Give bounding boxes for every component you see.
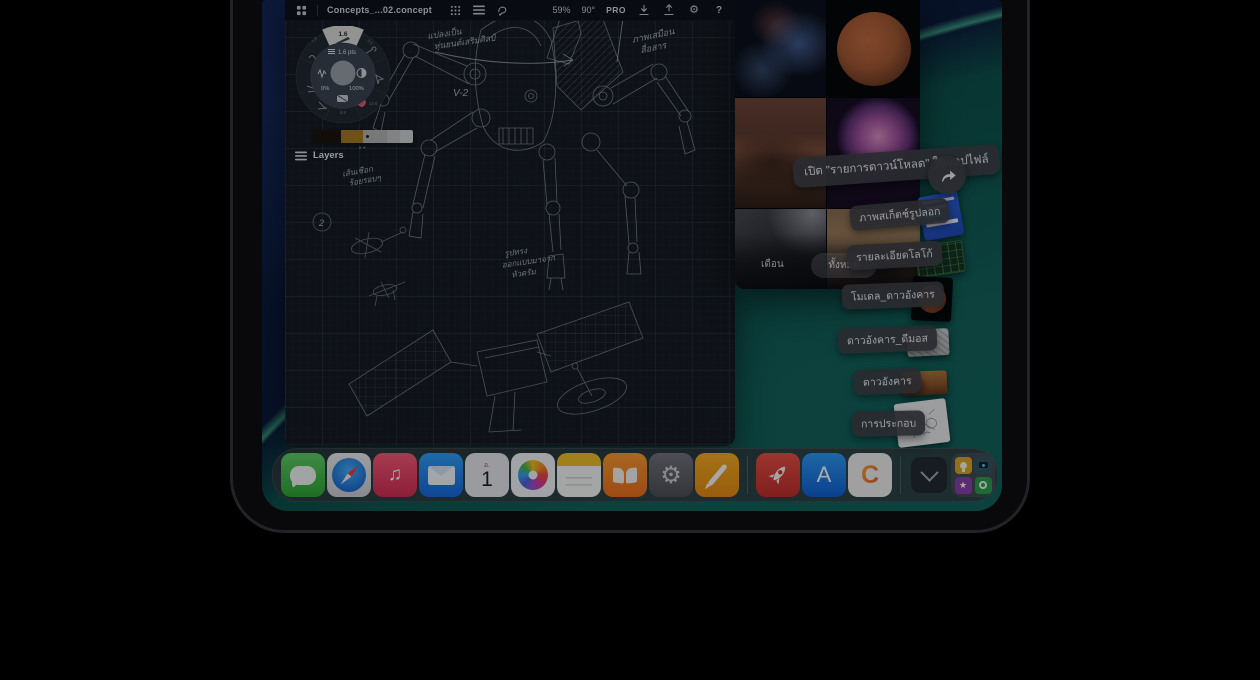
star-mini-icon: ★ (955, 477, 972, 494)
photo-horsehead-nebula[interactable] (735, 0, 826, 97)
dock-divider (747, 456, 748, 494)
ipad-screen: แปลงเป็น หุ่นยนต์เสริมศิลป์ ภาพเสมือน สื… (262, 0, 1002, 511)
colorbar-handles[interactable]: •• (359, 146, 367, 152)
drag-item-label[interactable]: รายละเอียดโลโก้ (846, 241, 942, 271)
tips-mini-icon (960, 462, 967, 469)
dock-app-music[interactable]: ♫ (373, 453, 417, 497)
pro-badge[interactable]: PRO (606, 5, 626, 15)
concepts-icon: C (861, 461, 879, 490)
rotation-angle[interactable]: 90° (581, 5, 595, 15)
appstore-icon: A (817, 462, 832, 488)
annotation-number: 2 (318, 218, 324, 228)
chevron-down-icon (920, 463, 938, 481)
photo-mars-globe[interactable] (827, 0, 920, 97)
pen-icon (707, 463, 728, 486)
dock-app-messages[interactable] (281, 453, 325, 497)
opacity-max: 100% (349, 86, 364, 92)
concepts-toolbar: Concepts_...02.concept 59% 90° PRO (285, 0, 735, 21)
calendar-day: 1 (481, 469, 493, 490)
books-icon (613, 468, 637, 483)
drag-item-label[interactable]: การประกอบ (852, 410, 926, 436)
svg-text:14.5: 14.5 (369, 101, 378, 106)
share-fab-button[interactable] (928, 156, 966, 194)
dock-app-books[interactable] (603, 453, 647, 497)
dock-app-library[interactable]: ★ (951, 453, 995, 497)
satellite-sketch (349, 302, 643, 432)
settings-icon: ⚙ (660, 461, 682, 490)
dock: ♫ อ. 1 ⚙ A C ★ (272, 448, 998, 502)
dock-app-settings[interactable]: ⚙ (649, 453, 693, 497)
messages-icon (290, 466, 316, 485)
helicopter-doodles (313, 213, 406, 306)
concepts-app-window: แปลงเป็น หุ่นยนต์เสริมศิลป์ ภาพเสมือน สื… (285, 0, 735, 446)
dots-grid-icon[interactable] (449, 3, 463, 17)
color-swatch-black[interactable] (313, 130, 341, 143)
safari-icon (332, 458, 366, 492)
photos-icon (518, 460, 548, 490)
mail-icon (428, 466, 455, 485)
color-swatch-white[interactable] (400, 130, 413, 143)
brush-preview-circle[interactable] (331, 61, 356, 86)
camera-mini-icon (979, 462, 988, 468)
dock-app-safari[interactable] (327, 453, 371, 497)
color-swatch-lightgray[interactable] (387, 130, 400, 143)
dock-divider (900, 456, 901, 494)
settings-gear-icon[interactable]: ⚙ (687, 3, 701, 17)
layers-button[interactable]: Layers (295, 150, 344, 161)
dock-app-photos[interactable] (511, 453, 555, 497)
color-swatch-gold[interactable] (341, 130, 363, 143)
dock-app-concepts[interactable]: C (848, 453, 892, 497)
mars-globe-image (837, 12, 911, 86)
dock-app-appstore[interactable]: A (802, 453, 846, 497)
notes-icon (566, 477, 592, 490)
export-icon[interactable] (662, 3, 676, 17)
photo-mars-hills[interactable] (735, 98, 826, 208)
music-icon: ♫ (388, 464, 402, 486)
drag-item-label[interactable]: โมเดล_ดาวอังคาร (842, 281, 945, 310)
layers-menu-icon (295, 151, 307, 161)
app-library-icon: ★ (955, 457, 992, 494)
selection-tool-icon[interactable] (495, 3, 509, 17)
stroke-size-value: 1.6 pts (338, 50, 356, 56)
dock-app-notes[interactable] (557, 453, 601, 497)
dock-app-calendar[interactable]: อ. 1 (465, 453, 509, 497)
import-icon[interactable] (637, 3, 651, 17)
tab-months[interactable]: เดือน (761, 257, 784, 272)
document-title[interactable]: Concepts_...02.concept (327, 5, 432, 15)
tool-size-label: 1.6 (338, 31, 347, 38)
color-palette-bar[interactable] (313, 130, 413, 143)
drag-item-label[interactable]: ดาวอังคาร_ดีมอส (838, 325, 938, 353)
help-icon[interactable]: ? (712, 3, 726, 17)
annotation-text: หัวดรัม (511, 267, 537, 279)
svg-text:6.8: 6.8 (340, 110, 346, 115)
dock-app-mail[interactable] (419, 453, 463, 497)
fill-tool-icon[interactable] (337, 95, 348, 102)
zoom-level[interactable]: 59% (552, 5, 570, 15)
app-grid-icon[interactable] (294, 3, 308, 17)
drag-item-label[interactable]: ดาวอังคาร (854, 368, 921, 395)
opacity-min: 0% (321, 86, 329, 92)
annotation-version: V-2 (453, 88, 469, 99)
tool-wheel[interactable]: 1.6 1.3 3.5 14.5 6.8 1.6 pts 0% 10 (293, 26, 393, 126)
game-mini-icon (979, 481, 987, 489)
dock-collapse-button[interactable] (911, 457, 947, 493)
share-arrow-icon (937, 166, 957, 184)
dock-app-pen[interactable] (695, 453, 739, 497)
menu-icon[interactable] (472, 3, 486, 17)
dock-app-rocket[interactable] (756, 453, 800, 497)
layers-label: Layers (313, 150, 344, 161)
color-selection-dot (366, 135, 369, 138)
toolbar-divider (317, 5, 318, 16)
rocket-icon (765, 462, 791, 488)
